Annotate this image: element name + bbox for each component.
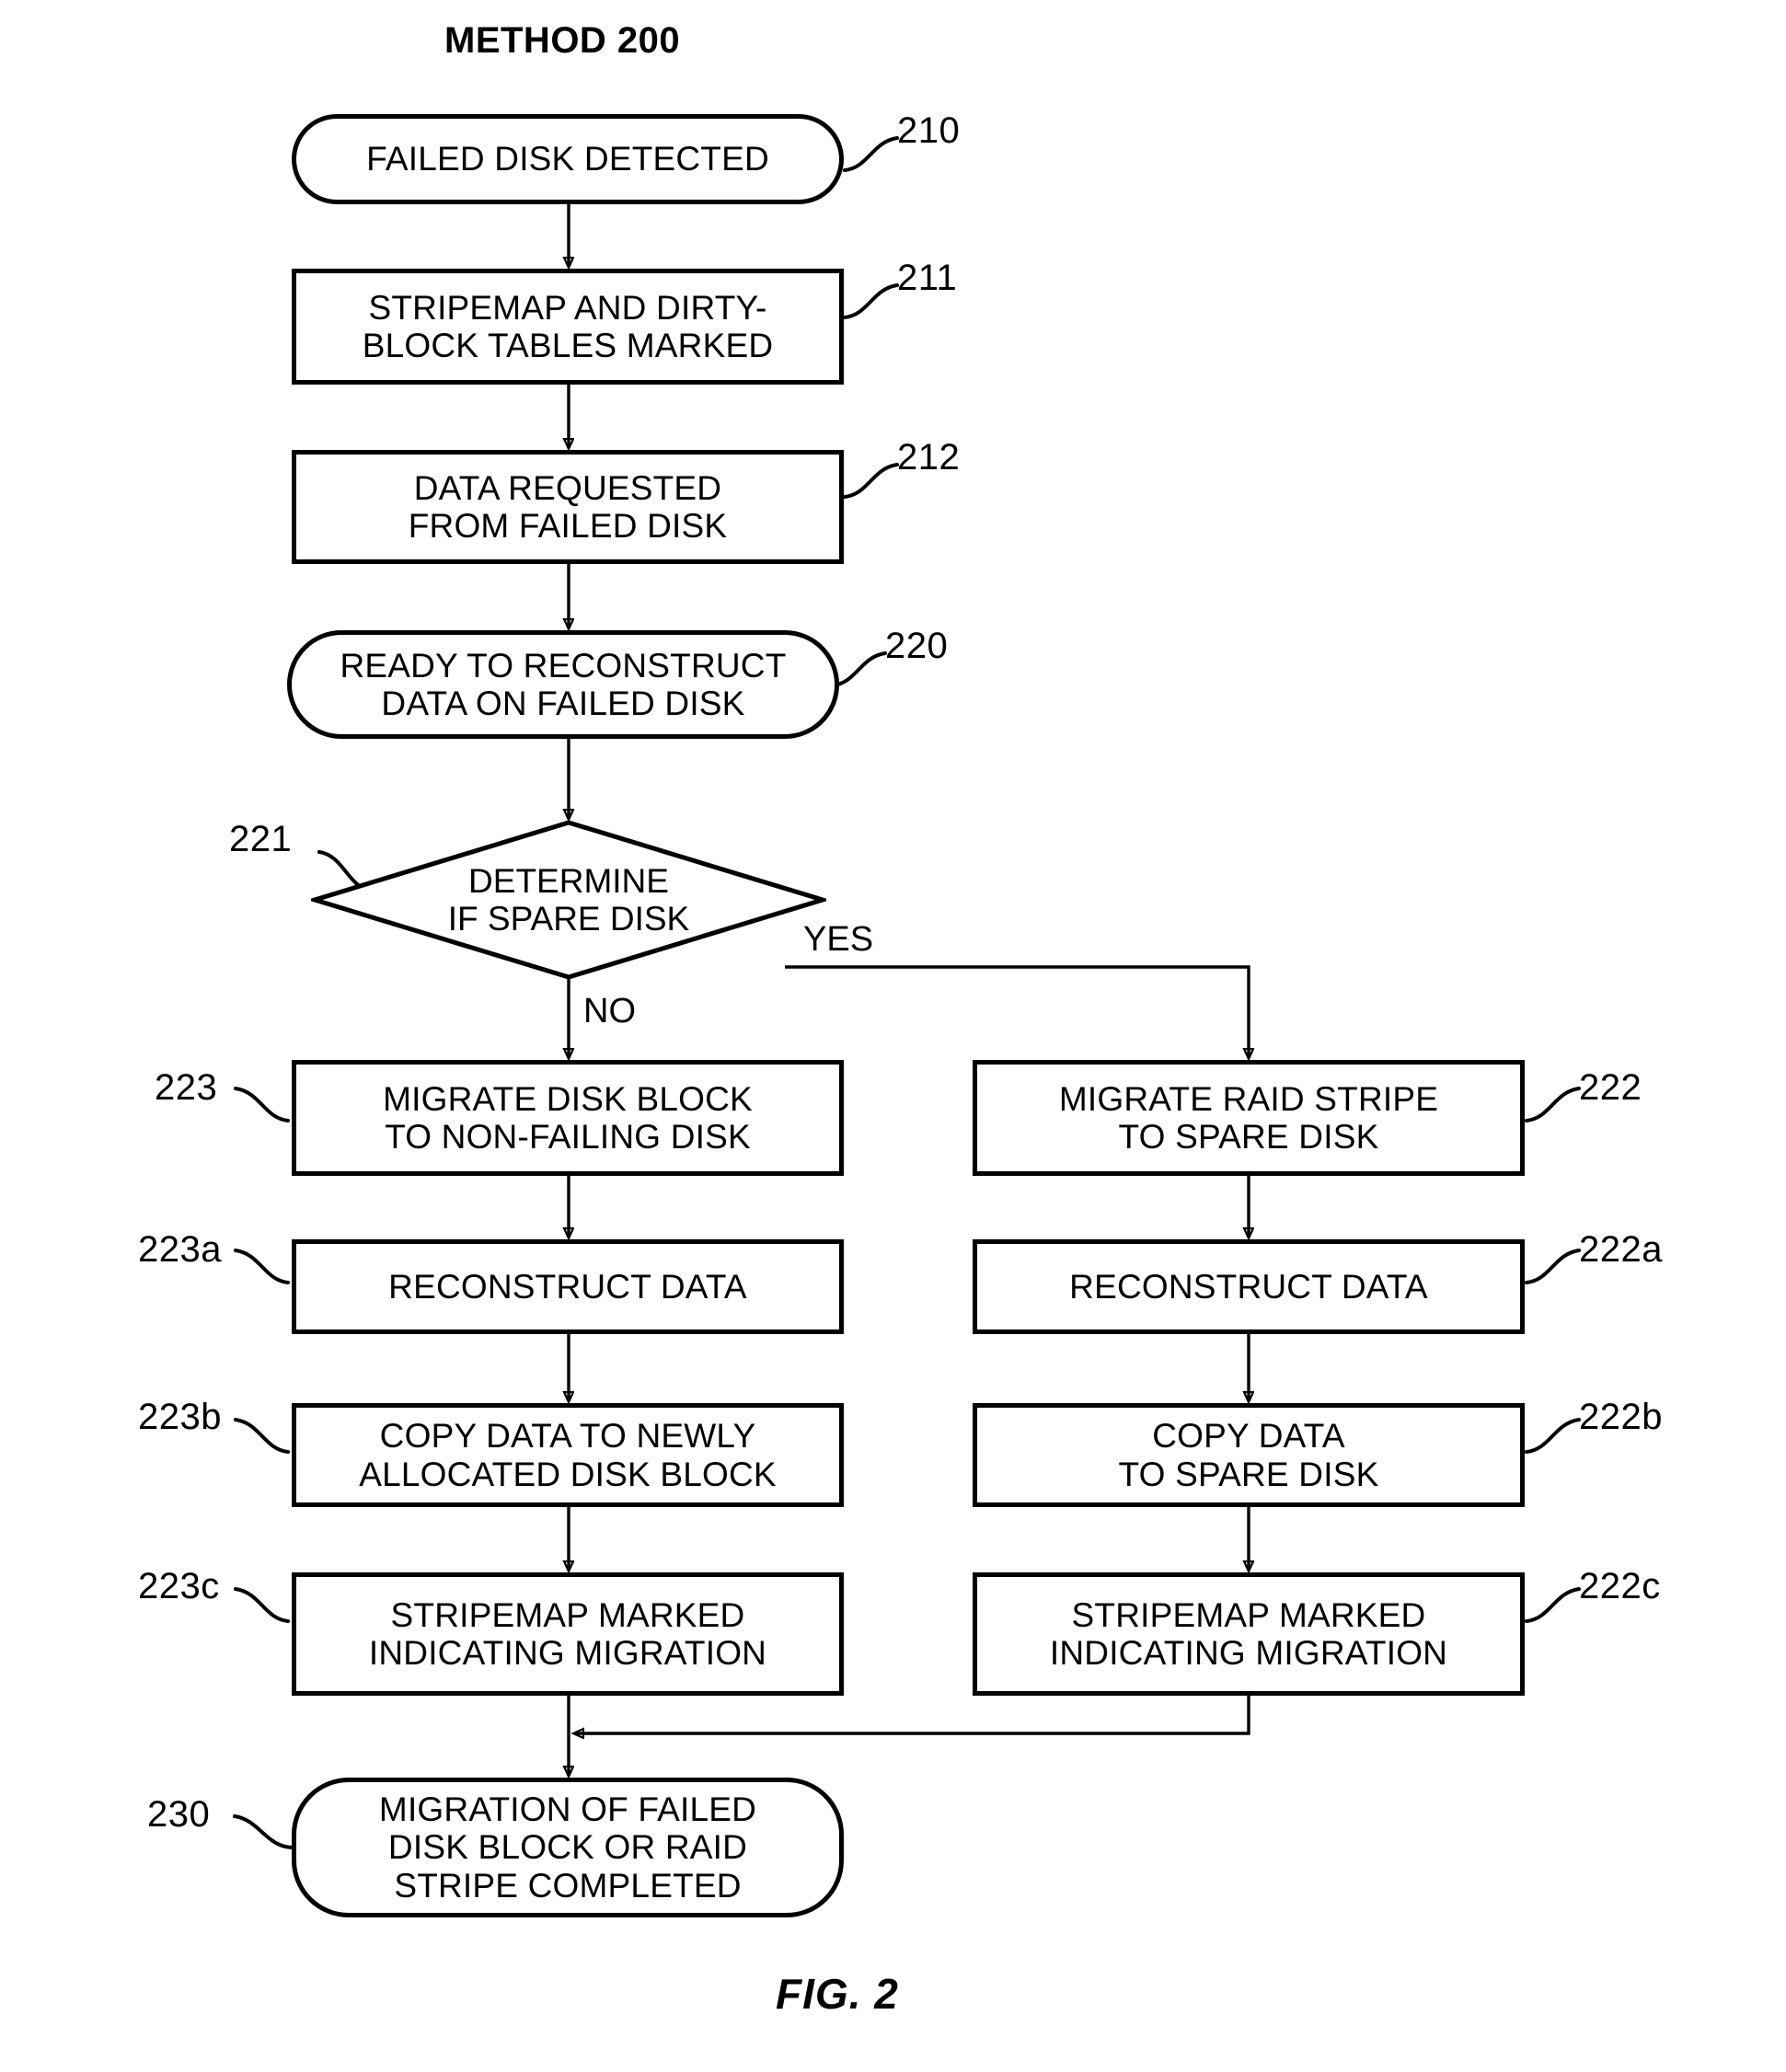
node-222a-label: RECONSTRUCT DATA <box>1069 1267 1428 1306</box>
leader-223 <box>234 1087 290 1122</box>
node-223a-label: RECONSTRUCT DATA <box>388 1267 747 1306</box>
node-failed-disk-detected: FAILED DISK DETECTED <box>292 114 844 204</box>
node-migrate-disk-block: MIGRATE DISK BLOCK TO NON-FAILING DISK <box>292 1060 844 1176</box>
connector-lines <box>233 136 1581 1849</box>
node-migrate-raid-stripe: MIGRATE RAID STRIPE TO SPARE DISK <box>973 1060 1525 1176</box>
leader-222 <box>1525 1087 1581 1122</box>
refnum-212: 212 <box>897 437 961 478</box>
leader-212 <box>843 463 899 499</box>
leader-223c <box>234 1587 290 1623</box>
node-copy-data-to-spare-disk: COPY DATA TO SPARE DISK <box>973 1403 1525 1507</box>
leader-220 <box>831 651 887 687</box>
node-222-label: MIGRATE RAID STRIPE TO SPARE DISK <box>1058 1079 1439 1156</box>
node-222b-label: COPY DATA TO SPARE DISK <box>1118 1417 1379 1493</box>
leader-211 <box>843 283 899 319</box>
node-copy-data-to-newly-allocated: COPY DATA TO NEWLY ALLOCATED DISK BLOCK <box>292 1403 844 1507</box>
node-223b-label: COPY DATA TO NEWLY ALLOCATED DISK BLOCK <box>359 1417 777 1493</box>
leader-222c <box>1525 1587 1581 1623</box>
refnum-222a: 222a <box>1579 1229 1663 1270</box>
node-221-label: DETERMINE IF SPARE DISK <box>447 861 690 938</box>
node-212-label: DATA REQUESTED FROM FAILED DISK <box>408 468 728 545</box>
leader-210 <box>843 136 899 172</box>
leader-223a <box>234 1249 290 1284</box>
figure-caption: FIG. 2 <box>776 1970 899 2018</box>
node-223c-label: STRIPEMAP MARKED INDICATING MIGRATION <box>368 1595 767 1672</box>
branch-label-yes: YES <box>803 920 874 959</box>
node-220-label: READY TO RECONSTRUCT DATA ON FAILED DISK <box>340 646 787 722</box>
node-211-label: STRIPEMAP AND DIRTY- BLOCK TABLES MARKED <box>362 288 774 364</box>
refnum-223: 223 <box>155 1067 218 1108</box>
refnum-210: 210 <box>897 110 961 151</box>
branch-label-no: NO <box>583 992 636 1030</box>
node-data-requested-from-failed-disk: DATA REQUESTED FROM FAILED DISK <box>292 450 844 564</box>
refnum-230: 230 <box>147 1794 211 1835</box>
node-stripemap-marked-left: STRIPEMAP MARKED INDICATING MIGRATION <box>292 1572 844 1696</box>
refnum-222c: 222c <box>1579 1566 1661 1606</box>
node-reconstruct-data-right: RECONSTRUCT DATA <box>973 1239 1525 1334</box>
leader-230 <box>233 1814 294 1849</box>
refnum-223b: 223b <box>138 1397 222 1437</box>
node-210-label: FAILED DISK DETECTED <box>366 140 769 178</box>
edge-222c-230 <box>574 1696 1250 1733</box>
node-stripemap-marked-right: STRIPEMAP MARKED INDICATING MIGRATION <box>973 1572 1525 1696</box>
leader-223b <box>234 1418 290 1454</box>
refnum-211: 211 <box>897 258 958 298</box>
refnum-220: 220 <box>885 626 949 666</box>
node-determine-if-spare-disk: DETERMINE IF SPARE DISK <box>311 819 826 981</box>
refnum-222b: 222b <box>1579 1397 1663 1437</box>
node-ready-to-reconstruct: READY TO RECONSTRUCT DATA ON FAILED DISK <box>287 630 839 739</box>
edge-221-222 <box>785 965 1249 1058</box>
node-223-label: MIGRATE DISK BLOCK TO NON-FAILING DISK <box>383 1079 753 1156</box>
node-migration-completed: MIGRATION OF FAILED DISK BLOCK OR RAID S… <box>292 1778 844 1917</box>
leader-222b <box>1525 1418 1581 1454</box>
refnum-223a: 223a <box>138 1229 222 1270</box>
refnum-221: 221 <box>229 819 293 859</box>
node-222c-label: STRIPEMAP MARKED INDICATING MIGRATION <box>1049 1595 1448 1672</box>
node-stripemap-dirty-block-marked: STRIPEMAP AND DIRTY- BLOCK TABLES MARKED <box>292 269 844 385</box>
refnum-222: 222 <box>1579 1067 1642 1108</box>
refnum-223c: 223c <box>138 1566 220 1606</box>
figure-canvas: METHOD 200 FAILED DISK DETECTED 210 STRI… <box>0 0 1786 2072</box>
node-230-label: MIGRATION OF FAILED DISK BLOCK OR RAID S… <box>378 1790 757 1905</box>
leader-222a <box>1525 1249 1581 1284</box>
node-reconstruct-data-left: RECONSTRUCT DATA <box>292 1239 844 1334</box>
figure-title: METHOD 200 <box>444 20 681 61</box>
